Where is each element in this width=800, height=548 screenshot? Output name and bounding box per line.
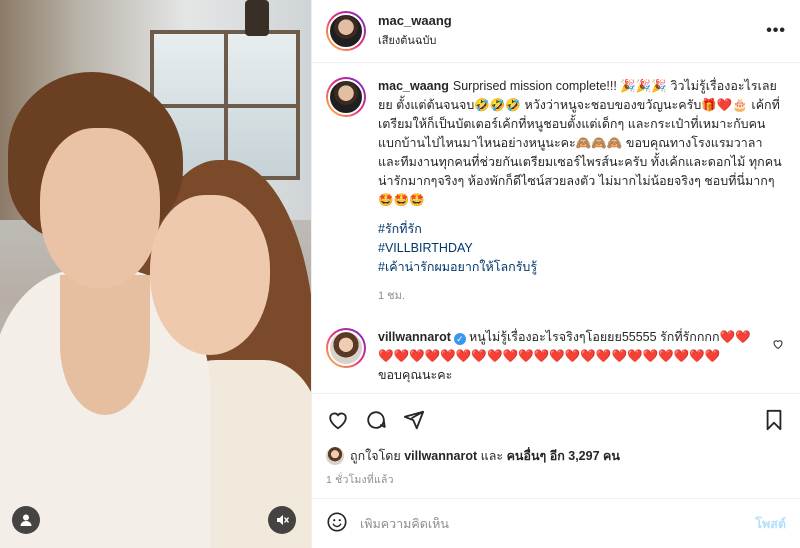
caption-text: Surprised mission complete!!! 🎉🎉🎉 วิวไม่… bbox=[378, 79, 782, 207]
comment-item: villwannarot ✓ หนูไม่รู้เรื่องอะไรจริงๆโอย… bbox=[326, 328, 784, 385]
smiley-icon[interactable] bbox=[326, 511, 348, 536]
likes-others[interactable]: คนอื่นๆ อีก 3,297 คน bbox=[507, 446, 620, 466]
likes-first-user[interactable]: villwannarot bbox=[404, 449, 477, 463]
more-options-icon[interactable]: ••• bbox=[766, 22, 786, 40]
caption-username[interactable]: mac_waang bbox=[378, 79, 449, 93]
action-bar bbox=[312, 393, 800, 445]
caption: mac_waang Surprised mission complete!!! 🎉… bbox=[326, 77, 784, 306]
audio-label[interactable]: เสียงต้นฉบับ bbox=[378, 31, 766, 49]
hashtag[interactable]: #รักที่รัก bbox=[378, 220, 784, 239]
post-header: mac_waang เสียงต้นฉบับ ••• bbox=[312, 0, 800, 63]
post-comment-button[interactable]: โพสต์ bbox=[755, 514, 786, 534]
comment-username[interactable]: villwannarot bbox=[378, 330, 451, 344]
likes-middle: และ bbox=[480, 449, 504, 463]
post-photo[interactable] bbox=[0, 0, 311, 548]
comment-like-icon[interactable] bbox=[772, 338, 784, 353]
bookmark-icon[interactable] bbox=[762, 408, 786, 432]
hashtags: #รักที่รัก #VILLBIRTHDAY #เค้าน่ารักผมอย… bbox=[378, 220, 784, 277]
avatar[interactable] bbox=[326, 11, 366, 51]
speaker-muted-icon[interactable] bbox=[268, 506, 296, 534]
post-time-ago: 1 ชั่วโมงที่แล้ว bbox=[326, 474, 394, 486]
user-tag-icon[interactable] bbox=[12, 506, 40, 534]
photo-woman-face bbox=[150, 195, 270, 355]
comment-avatar[interactable] bbox=[326, 328, 366, 368]
post-side-panel: mac_waang เสียงต้นฉบับ ••• mac_waang Surp… bbox=[311, 0, 800, 548]
hashtag[interactable]: #VILLBIRTHDAY bbox=[378, 239, 784, 258]
author-username[interactable]: mac_waang bbox=[378, 13, 766, 28]
caption-time: 1 ชม. bbox=[378, 290, 405, 302]
likes-summary[interactable]: ถูกใจโดย villwannarot และ คนอื่นๆ อีก 3,… bbox=[312, 445, 800, 467]
paper-plane-icon[interactable] bbox=[402, 408, 426, 432]
verified-badge-icon: ✓ bbox=[453, 333, 466, 345]
comments-area[interactable]: mac_waang Surprised mission complete!!! 🎉… bbox=[312, 63, 800, 393]
photo-man-face bbox=[40, 128, 160, 288]
caption-avatar[interactable] bbox=[326, 77, 366, 117]
hashtag[interactable]: #เค้าน่ารักผมอยากให้โลกรับรู้ bbox=[378, 258, 784, 277]
liker-avatar bbox=[326, 447, 344, 465]
likes-prefix: ถูกใจโดย bbox=[350, 449, 401, 463]
heart-outline-icon[interactable] bbox=[326, 408, 350, 432]
photo-man-chest bbox=[60, 275, 150, 415]
comment-bubble-icon[interactable] bbox=[364, 408, 388, 432]
add-comment-bar: โพสต์ bbox=[312, 498, 800, 548]
comment-input[interactable] bbox=[360, 516, 756, 531]
photo-lamp bbox=[245, 0, 269, 36]
